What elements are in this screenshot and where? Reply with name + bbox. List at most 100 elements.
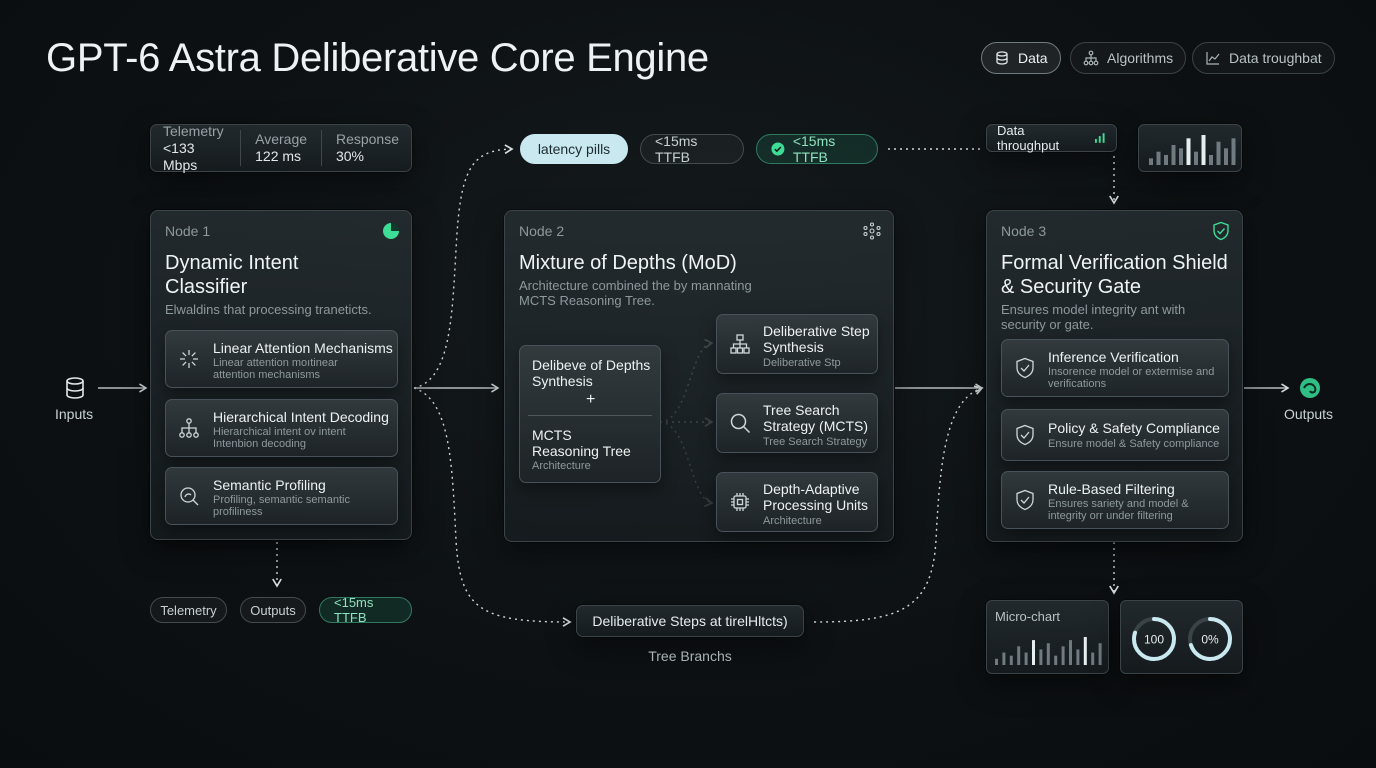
ttfb-pill[interactable]: <15ms TTFB <box>319 595 412 625</box>
data-throughput-box: Data throughput <box>986 123 1117 153</box>
divider <box>321 130 322 166</box>
chart-bar <box>1054 655 1058 665</box>
stat-value: <133 Mbps <box>163 139 198 173</box>
card-linear-attention[interactable]: Linear Attention Mechanisms Linear atten… <box>165 330 398 388</box>
node-label: Node 2 <box>519 223 565 239</box>
card-semantic-profiling[interactable]: Semantic Profiling Profiling, semantic s… <box>165 467 398 525</box>
ttfb-pill-active[interactable]: <15ms TTFB <box>756 133 878 165</box>
node-subtitle: MCTS Reasoning Tree. <box>519 293 655 308</box>
response-stat: Response 30% <box>336 131 399 165</box>
node-subtitle: security or gate. <box>1001 317 1094 332</box>
card-title: Processing Units <box>763 497 869 513</box>
card-title: Semantic Profiling <box>213 477 326 493</box>
card-title: Synthesis <box>532 373 593 389</box>
chart-bar <box>1076 649 1080 665</box>
stat-key: Telemetry <box>163 122 224 139</box>
outputs-icon <box>1298 376 1322 405</box>
outputs-pill[interactable]: Outputs <box>240 597 306 623</box>
mod-mcts-card[interactable]: Delibeve of Depths Synthesis + MCTS Reas… <box>519 345 661 483</box>
card-sub: Ensure model & Safety compliance <box>1048 438 1220 450</box>
chart-bar <box>1149 158 1153 165</box>
card-sub: Deliberative Stp <box>763 357 841 369</box>
tree-steps-box[interactable]: Deliberative Steps at tirelHltcts) <box>576 605 804 637</box>
title-line: Classifier <box>165 276 248 298</box>
gauges-panel: 100 0% <box>1120 600 1243 674</box>
telemetry-pill[interactable]: Telemetry <box>150 597 227 623</box>
chart-bar <box>1156 151 1161 165</box>
shield-check-icon <box>1213 221 1229 241</box>
card-sub: Insorence model or extermise and <box>1048 366 1215 378</box>
chart-bar <box>1098 643 1102 665</box>
card-tree-search[interactable]: Tree Search Strategy (MCTS) Tree Search … <box>716 393 878 453</box>
chart-bar <box>995 658 998 665</box>
chart-bar <box>1024 652 1028 665</box>
gauge-value: 0% <box>1201 633 1219 647</box>
node-subtitle: Elwaldins that processing traneticts. <box>165 302 372 317</box>
card-rule-filtering[interactable]: Rule-Based Filtering Ensures sariety and… <box>1001 471 1229 529</box>
chip-icon <box>731 493 749 511</box>
card-sub: Architecture <box>763 515 822 527</box>
card-title: Inference Verification <box>1048 349 1179 365</box>
micro-chart <box>995 637 1102 665</box>
stat-key: Average <box>255 131 308 147</box>
node-2-panel: Node 2 Mixture of Depths (MoD) Architect… <box>504 210 894 542</box>
chart-bar <box>1186 138 1191 165</box>
card-policy-safety[interactable]: Policy & Safety Compliance Ensure model … <box>1001 409 1229 461</box>
micro-chart-panel: Micro-chart <box>986 600 1109 674</box>
chart-bar <box>1201 135 1206 165</box>
chart-bar <box>1061 646 1065 665</box>
chart-bar <box>1009 655 1013 665</box>
card-hierarchical-intent[interactable]: Hierarchical Intent Decoding Hierarchica… <box>165 399 398 457</box>
chart-bar <box>1216 141 1221 165</box>
node-title: Mixture of Depths (MoD) <box>519 252 737 274</box>
card-inference-verification[interactable]: Inference Verification Insorence model o… <box>1001 339 1229 397</box>
micro-chart-label: Micro-chart <box>995 609 1061 624</box>
chart-bar <box>1069 640 1072 665</box>
card-title: MCTS <box>532 427 572 443</box>
card-title: Depth-Adaptive <box>763 481 860 497</box>
card-depth-adaptive[interactable]: Depth-Adaptive Processing Units Architec… <box>716 472 878 532</box>
node-label: Node 1 <box>165 223 211 239</box>
card-sub: Profiling, semantic semantic <box>213 494 350 506</box>
card-title: Policy & Safety Compliance <box>1048 420 1220 436</box>
chart-bar <box>1209 155 1213 165</box>
card-deliberative-step[interactable]: Deliberative Step Synthesis Deliberative… <box>716 314 878 374</box>
stat-value: 122 ms <box>255 148 302 164</box>
hierarchy-icon <box>179 418 199 438</box>
plus-sign: + <box>586 391 596 408</box>
node-label: Node 3 <box>1001 223 1047 239</box>
card-sub: Tree Search Strategy <box>763 436 868 448</box>
title-line: Dynamic Intent <box>165 252 299 274</box>
node-1-panel: Node 1 Dynamic Intent Classifier Elwaldi… <box>150 210 412 540</box>
chart-bar <box>1164 155 1168 165</box>
card-title: Synthesis <box>763 339 824 355</box>
card-sub: profiliness <box>213 506 263 518</box>
telemetry-stat: Telemetry <133 Mbps <box>163 123 226 174</box>
shield-check-icon <box>1016 489 1034 511</box>
card-sub: Hierarchical intent ov intent <box>213 426 346 438</box>
card-title: Hierarchical Intent Decoding <box>213 409 389 425</box>
average-stat: Average 122 ms <box>255 131 307 165</box>
search-icon <box>730 413 751 434</box>
title-line: Formal Verification Shield <box>1001 252 1228 274</box>
chart-bar <box>1046 643 1050 665</box>
card-title: Deliberative Step <box>763 323 870 339</box>
chart-bar <box>1032 640 1035 665</box>
node-title: Formal Verification Shield & Security Ga… <box>1001 251 1228 299</box>
inputs-icon <box>64 376 86 405</box>
node-3-panel: Node 3 Formal Verification Shield & Secu… <box>986 210 1243 542</box>
card-sub: Ensures sariety and model & <box>1048 498 1189 510</box>
ttfb-pill[interactable]: <15ms TTFB <box>640 133 744 165</box>
card-sub: verifications <box>1048 378 1107 390</box>
telemetry-panel: Telemetry <133 Mbps Average 122 ms Respons… <box>150 123 412 174</box>
latency-pill[interactable]: latency pills <box>520 134 628 164</box>
chart-bar <box>1194 151 1198 165</box>
signal-bars-icon <box>1095 133 1106 143</box>
chart-bar <box>1017 646 1021 665</box>
card-title: Tree Search <box>763 402 840 418</box>
chart-bar <box>1224 148 1228 165</box>
status-indicator-icon <box>383 223 399 239</box>
hierarchy-icon <box>730 334 750 354</box>
divider <box>240 130 242 166</box>
throughput-sparkbars <box>1149 135 1236 165</box>
